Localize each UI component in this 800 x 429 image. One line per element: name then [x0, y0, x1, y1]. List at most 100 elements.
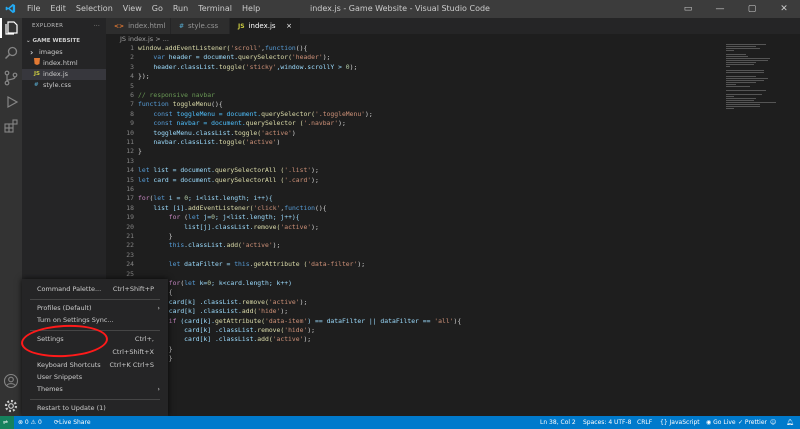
live-share-button[interactable]: ⟳ Live Share — [54, 416, 91, 429]
html-file-icon — [34, 57, 43, 70]
layout-toggle-icon[interactable]: ▭ — [672, 0, 704, 18]
code-line[interactable]: } — [138, 232, 173, 240]
minimap-line — [726, 50, 734, 51]
tab-index-js[interactable]: JS index.js × — [230, 18, 301, 34]
menu-item-user-snippets[interactable]: User Snippets — [22, 371, 168, 383]
run-debug-icon[interactable] — [3, 94, 19, 110]
encoding[interactable]: UTF-8 — [614, 416, 632, 429]
tab-index-html[interactable]: <> index.html — [106, 18, 171, 34]
workspace-folder[interactable]: ⌄ GAME WEBSITE — [22, 35, 106, 47]
language-mode[interactable]: {} JavaScript — [660, 416, 700, 429]
search-icon[interactable] — [3, 45, 19, 61]
code-line[interactable]: }); — [138, 72, 150, 80]
more-actions-icon[interactable]: ··· — [94, 18, 100, 35]
code-editor[interactable]: 1 window.addEventListener('scroll',functi… — [106, 44, 726, 416]
menu-view[interactable]: View — [118, 0, 147, 18]
code-line[interactable]: window.addEventListener('scroll',functio… — [138, 44, 307, 52]
code-line[interactable]: this.classList.add('active'); — [138, 241, 281, 249]
explorer-icon[interactable] — [3, 20, 19, 36]
menu-item-themes[interactable]: Themes › — [22, 383, 168, 395]
menu-selection[interactable]: Selection — [71, 0, 118, 18]
code-line[interactable]: if (card[k].getAttribute('data-item') ==… — [138, 317, 461, 325]
line-number: 24 — [126, 260, 134, 269]
remote-indicator[interactable]: ⇌ — [0, 416, 14, 429]
code-line[interactable]: const toggleMenu = document.querySelecto… — [138, 110, 372, 118]
chevron-right-icon: › — [157, 304, 160, 312]
code-line[interactable]: toggleMenu.classList.toggle('active') — [138, 129, 295, 137]
line-number: 20 — [126, 222, 134, 231]
indentation[interactable]: Spaces: 4 — [583, 416, 612, 429]
close-window-button[interactable]: ✕ — [768, 0, 800, 18]
accounts-icon[interactable] — [3, 373, 19, 389]
code-line[interactable]: for(let i = 0; i<list.length; i++){ — [138, 194, 273, 202]
code-line[interactable]: for (let j=0; j<list.length; j++){ — [138, 213, 300, 221]
line-number: 15 — [126, 175, 134, 184]
minimap-line — [726, 82, 756, 83]
editor-scrollbar[interactable] — [786, 44, 800, 416]
css-file-icon: # — [34, 82, 39, 88]
minimize-button[interactable]: — — [704, 0, 736, 18]
code-line[interactable]: } — [138, 147, 142, 155]
menu-divider — [30, 399, 160, 400]
menu-run[interactable]: Run — [168, 0, 193, 18]
code-line[interactable]: var header = document.querySelector('hea… — [138, 53, 330, 61]
code-line[interactable]: const navbar = document.querySelector ('… — [138, 119, 345, 127]
minimap-line — [726, 72, 764, 73]
minimap-line — [726, 106, 760, 107]
html-file-icon: <> — [114, 23, 125, 30]
problems-indicator[interactable]: ⊗ 0 ⚠ 0 — [18, 416, 42, 429]
menu-help[interactable]: Help — [237, 0, 265, 18]
minimap-line — [726, 96, 734, 97]
maximize-button[interactable]: ▢ — [736, 0, 768, 18]
file-item-index-html[interactable]: index.html — [22, 57, 106, 70]
close-tab-icon[interactable]: × — [286, 18, 292, 34]
source-control-icon[interactable] — [3, 70, 19, 86]
menu-terminal[interactable]: Terminal — [193, 0, 237, 18]
menu-go[interactable]: Go — [147, 0, 168, 18]
line-number: 7 — [130, 100, 134, 109]
minimap-line — [726, 60, 768, 61]
accounts-status-icon[interactable]: ☺ — [770, 416, 776, 429]
code-line[interactable]: list [i].addEventListener('click',functi… — [138, 204, 326, 212]
menu-item-settings-sync[interactable]: Turn on Settings Sync... — [22, 314, 168, 326]
code-line[interactable]: // responsive navbar — [138, 91, 215, 99]
menu-item-profiles[interactable]: Profiles (Default) › — [22, 302, 168, 314]
minimap-line — [726, 86, 750, 87]
explorer-header: EXPLORER ··· — [22, 18, 106, 35]
line-ending[interactable]: CRLF — [637, 416, 652, 429]
file-item-index-js[interactable]: JS index.js — [22, 69, 106, 80]
code-line[interactable]: let list = document.querySelectorAll ('.… — [138, 166, 319, 174]
menu-edit[interactable]: Edit — [45, 0, 71, 18]
menu-item-restart-to-update[interactable]: Restart to Update (1) — [22, 402, 168, 414]
line-number: 22 — [126, 241, 134, 250]
code-line[interactable]: let card = document.querySelectorAll ('.… — [138, 176, 319, 184]
line-number: 1 — [130, 44, 134, 52]
minimap-line — [726, 84, 736, 85]
prettier-status[interactable]: ✓ Prettier — [738, 416, 767, 429]
code-line[interactable]: let dataFilter = this.getAttribute ('dat… — [138, 260, 365, 268]
code-line[interactable]: list[j].classList.remove('active'); — [138, 223, 319, 231]
menu-file[interactable]: File — [22, 0, 45, 18]
css-file-icon: # — [179, 23, 185, 30]
file-item-images[interactable]: › images — [22, 47, 106, 58]
go-live-button[interactable]: ◉ Go Live — [706, 416, 736, 429]
minimap[interactable] — [726, 44, 784, 109]
code-line[interactable]: function toggleMenu(){ — [138, 100, 223, 108]
minimap-line — [726, 46, 756, 47]
code-line[interactable]: header.classList.toggle('sticky',window.… — [138, 63, 357, 71]
line-number: 25 — [126, 269, 134, 278]
menu-item-command-palette[interactable]: Command Palette... Ctrl+Shift+P — [22, 283, 168, 295]
code-line[interactable]: navbar.classList.toggle('active') — [138, 138, 280, 146]
menu-item-keyboard-shortcuts[interactable]: Keyboard Shortcuts Ctrl+K Ctrl+S — [22, 359, 168, 371]
manage-gear-icon[interactable] — [3, 398, 19, 414]
cursor-position[interactable]: Ln 38, Col 2 — [540, 416, 576, 429]
breadcrumb[interactable]: JS index.js > ... — [106, 34, 169, 44]
notifications-bell-icon[interactable]: 🔔︎ — [786, 416, 794, 429]
extensions-icon[interactable] — [3, 118, 19, 134]
file-tree: › images index.html JS index.js # style.css — [22, 47, 106, 91]
title-bar: File Edit Selection View Go Run Terminal Help i… — [0, 0, 800, 18]
js-file-icon: JS — [238, 23, 245, 30]
tab-style-css[interactable]: # style.css — [171, 18, 230, 34]
line-number: 23 — [126, 250, 134, 259]
file-item-style-css[interactable]: # style.css — [22, 80, 106, 91]
